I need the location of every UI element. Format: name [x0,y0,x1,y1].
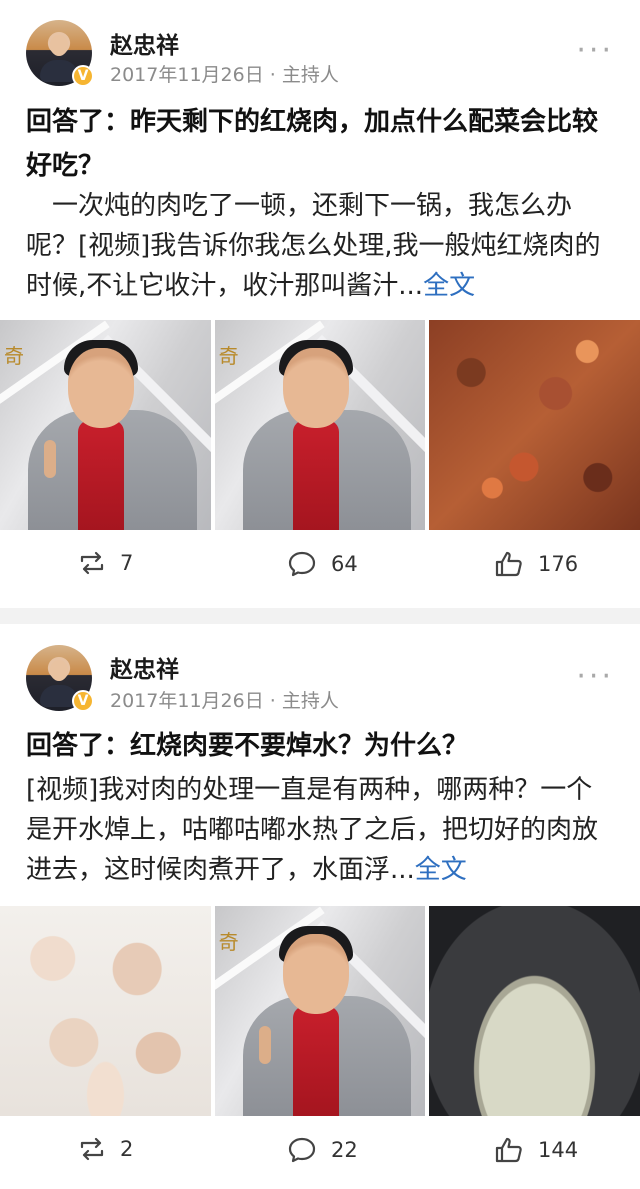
photo-boiling-water[interactable] [429,906,640,1116]
thumbs-up-icon [495,1137,522,1163]
avatar-face [50,660,68,681]
post-title[interactable]: 回答了：昨天剩下的红烧肉，加点什么配菜会比较好吃？ [26,100,618,188]
post-body[interactable]: 一次炖的肉吃了一顿，还剩下一锅，我怎么办呢？[视频]我告诉你我怎么处理,我一般炖… [26,186,618,306]
author-name[interactable]: 赵忠祥 [110,650,179,684]
photo-raw-pork[interactable] [0,906,211,1116]
read-more-link[interactable]: 全文 [415,855,467,885]
like-count: 144 [538,1138,579,1162]
post-card[interactable]: V 赵忠祥 2017年11月26日 · 主持人 ··· 回答了：昨天剩下的红烧肉… [0,0,640,608]
post-body[interactable]: [视频]我对肉的处理一直是有两种，哪两种？一个是开水焯上，咕嘟咕嘟水热了之后，把… [26,770,618,890]
post-meta: 2017年11月26日 · 主持人 [110,690,339,712]
studio-logo: 奇 [218,930,239,954]
like-button[interactable]: 176 [494,550,578,578]
photo-braised-pork[interactable] [429,320,640,530]
photo-presenter[interactable]: 奇 [214,320,426,530]
more-options-icon[interactable]: ··· [576,662,614,692]
action-bar: 2 22 144 [0,1136,640,1176]
repost-button[interactable]: 7 [78,550,133,576]
comment-count: 22 [331,1138,358,1162]
photo-presenter[interactable]: 奇 [0,320,211,530]
avatar-face [50,35,68,56]
more-options-icon[interactable]: ··· [576,36,614,66]
verified-badge-icon: V [72,690,94,712]
photo-grid: 奇 [0,906,640,1116]
comment-icon [288,551,316,577]
repost-count: 7 [120,551,134,575]
like-button[interactable]: 144 [494,1136,578,1164]
repost-icon [80,1137,104,1161]
studio-logo: 奇 [218,344,239,368]
photo-presenter[interactable]: 奇 [214,906,426,1116]
post-title[interactable]: 回答了：红烧肉要不要焯水？为什么？ [26,724,618,768]
post-card[interactable]: V 赵忠祥 2017年11月26日 · 主持人 ··· 回答了：红烧肉要不要焯水… [0,624,640,1189]
repost-icon [80,551,104,575]
repost-button[interactable]: 2 [78,1136,133,1162]
repost-count: 2 [120,1137,134,1161]
like-count: 176 [538,552,579,576]
author-name[interactable]: 赵忠祥 [110,26,179,60]
comment-count: 64 [331,552,358,576]
photo-grid: 奇 奇 [0,320,640,530]
comment-icon [288,1137,316,1163]
comment-button[interactable]: 22 [287,1136,358,1164]
author-avatar[interactable]: V [26,20,94,87]
read-more-link[interactable]: 全文 [423,271,475,301]
post-meta: 2017年11月26日 · 主持人 [110,64,339,86]
comment-button[interactable]: 64 [287,550,358,578]
author-avatar[interactable]: V [26,645,94,712]
studio-logo: 奇 [4,344,24,368]
thumbs-up-icon [495,551,522,577]
verified-badge-icon: V [72,65,94,87]
action-bar: 7 64 176 [0,550,640,590]
